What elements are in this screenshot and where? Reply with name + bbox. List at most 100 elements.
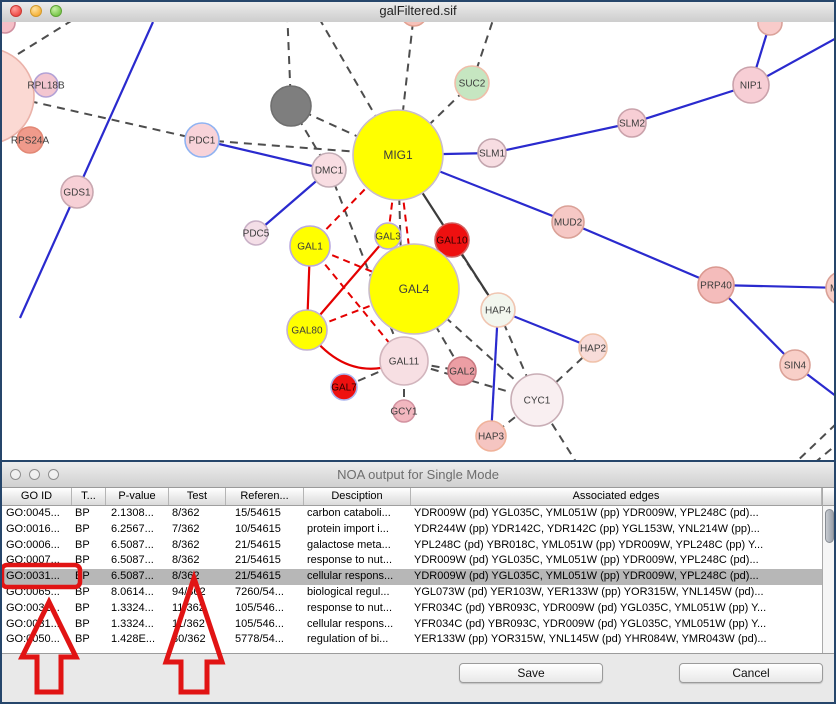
- cell-go_id[interactable]: GO:0045...: [2, 506, 72, 522]
- node-corner-top-right[interactable]: [758, 22, 782, 35]
- cell-reference[interactable]: 105/546...: [226, 601, 304, 617]
- cell-test[interactable]: 8/362: [169, 569, 226, 585]
- table-row[interactable]: GO:0031...BP1.3324...11/362105/546...res…: [2, 601, 822, 617]
- node-label-PDC1: PDC1: [189, 136, 216, 147]
- cell-go_id[interactable]: GO:0007...: [2, 553, 72, 569]
- column-header-go_id[interactable]: GO ID: [2, 488, 72, 505]
- cell-test[interactable]: 7/362: [169, 522, 226, 538]
- cell-type[interactable]: BP: [72, 553, 106, 569]
- cell-go_id[interactable]: GO:0050...: [2, 632, 72, 648]
- cell-go_id[interactable]: GO:0031...: [2, 601, 72, 617]
- table-row[interactable]: GO:0045...BP2.1308...8/36215/54615carbon…: [2, 506, 822, 522]
- cell-reference[interactable]: 15/54615: [226, 506, 304, 522]
- column-header-reference[interactable]: Referen...: [226, 488, 304, 505]
- cell-go_id[interactable]: GO:0006...: [2, 538, 72, 554]
- network-canvas[interactable]: RPL18BRPS24AGDS1PDC1DMC1MIG1SUC2SLM1SLM2…: [0, 22, 836, 460]
- table-row[interactable]: GO:0050...BP1.428E...80/3625778/54...reg…: [2, 632, 822, 648]
- table-row-selected[interactable]: GO:0031...BP6.5087...8/36221/54615cellul…: [2, 569, 822, 585]
- cell-go_id[interactable]: GO:0031...: [2, 617, 72, 633]
- cell-edges[interactable]: YDR009W (pd) YGL035C, YML051W (pp) YDR00…: [411, 506, 822, 522]
- cell-reference[interactable]: 10/54615: [226, 522, 304, 538]
- cell-test[interactable]: 8/362: [169, 506, 226, 522]
- cell-type[interactable]: BP: [72, 538, 106, 554]
- cell-description[interactable]: biological regul...: [304, 585, 411, 601]
- cell-edges[interactable]: YDR009W (pd) YGL035C, YML051W (pp) YDR00…: [411, 553, 822, 569]
- table-header: GO IDT...P-valueTestReferen...Desciption…: [0, 488, 822, 506]
- noa-titlebar[interactable]: NOA output for Single Mode: [0, 462, 836, 488]
- cell-test[interactable]: 8/362: [169, 553, 226, 569]
- table-row[interactable]: GO:0007...BP6.5087...8/36221/54615respon…: [2, 553, 822, 569]
- cell-edges[interactable]: YPL248C (pd) YBR018C, YML051W (pp) YDR00…: [411, 538, 822, 554]
- cell-p_value[interactable]: 1.428E...: [106, 632, 169, 648]
- cell-description[interactable]: galactose meta...: [304, 538, 411, 554]
- cell-description[interactable]: regulation of bi...: [304, 632, 411, 648]
- cell-edges[interactable]: YGL073W (pd) YER103W, YER133W (pp) YOR31…: [411, 585, 822, 601]
- cell-edges[interactable]: YDR009W (pd) YGL035C, YML051W (pp) YDR00…: [411, 569, 822, 585]
- cell-go_id[interactable]: GO:0016...: [2, 522, 72, 538]
- node-label-MIG1: MIG1: [383, 148, 413, 162]
- cell-go_id[interactable]: GO:0065...: [2, 585, 72, 601]
- noa-window-title: NOA output for Single Mode: [0, 467, 836, 482]
- cell-test[interactable]: 8/362: [169, 538, 226, 554]
- cell-reference[interactable]: 5778/54...: [226, 632, 304, 648]
- cell-reference[interactable]: 7260/54...: [226, 585, 304, 601]
- cell-reference[interactable]: 21/54615: [226, 553, 304, 569]
- cell-edges[interactable]: YDR244W (pp) YDR142C, YDR142C (pp) YGL15…: [411, 522, 822, 538]
- cell-p_value[interactable]: 6.2567...: [106, 522, 169, 538]
- column-header-test[interactable]: Test: [169, 488, 226, 505]
- cell-reference[interactable]: 21/54615: [226, 569, 304, 585]
- edge-dash: [793, 424, 836, 460]
- save-button[interactable]: Save: [459, 663, 603, 683]
- cell-test[interactable]: 11/362: [169, 601, 226, 617]
- table-row[interactable]: GO:0031...BP1.3324...11/362105/546...cel…: [2, 617, 822, 633]
- cell-type[interactable]: BP: [72, 617, 106, 633]
- network-window-titlebar[interactable]: galFiltered.sif: [0, 0, 836, 23]
- cell-p_value[interactable]: 2.1308...: [106, 506, 169, 522]
- edge-blue: [492, 123, 632, 153]
- cell-p_value[interactable]: 8.0614...: [106, 585, 169, 601]
- cell-edges[interactable]: YFR034C (pd) YBR093C, YDR009W (pd) YGL03…: [411, 601, 822, 617]
- cell-p_value[interactable]: 6.5087...: [106, 538, 169, 554]
- node-unnamed-gray[interactable]: [271, 86, 311, 126]
- column-header-type[interactable]: T...: [72, 488, 106, 505]
- cell-type[interactable]: BP: [72, 522, 106, 538]
- table-row[interactable]: GO:0065...BP8.0614...94/3627260/54...bio…: [2, 585, 822, 601]
- cell-p_value[interactable]: 6.5087...: [106, 553, 169, 569]
- network-graph[interactable]: RPL18BRPS24AGDS1PDC1DMC1MIG1SUC2SLM1SLM2…: [0, 22, 836, 460]
- cell-type[interactable]: BP: [72, 585, 106, 601]
- vertical-scrollbar[interactable]: [822, 488, 836, 653]
- cell-description[interactable]: cellular respons...: [304, 617, 411, 633]
- cancel-button[interactable]: Cancel: [679, 663, 823, 683]
- cell-type[interactable]: BP: [72, 506, 106, 522]
- cell-type[interactable]: BP: [72, 632, 106, 648]
- column-header-description[interactable]: Desciption: [304, 488, 411, 505]
- cell-p_value[interactable]: 1.3324...: [106, 601, 169, 617]
- node-corner-top-left[interactable]: [0, 22, 15, 33]
- cell-p_value[interactable]: 6.5087...: [106, 569, 169, 585]
- table-row[interactable]: GO:0016...BP6.2567...7/36210/54615protei…: [2, 522, 822, 538]
- column-header-edges[interactable]: Associated edges: [411, 488, 822, 505]
- node-label-GDS1: GDS1: [63, 188, 91, 199]
- cell-description[interactable]: response to nut...: [304, 601, 411, 617]
- cell-type[interactable]: BP: [72, 569, 106, 585]
- cell-edges[interactable]: YER133W (pp) YOR315W, YNL145W (pd) YHR08…: [411, 632, 822, 648]
- cell-test[interactable]: 11/362: [169, 617, 226, 633]
- cell-edges[interactable]: YFR034C (pd) YBR093C, YDR009W (pd) YGL03…: [411, 617, 822, 633]
- cell-go_id[interactable]: GO:0031...: [2, 569, 72, 585]
- cell-description[interactable]: response to nut...: [304, 553, 411, 569]
- cell-description[interactable]: cellular respons...: [304, 569, 411, 585]
- table-row[interactable]: GO:0006...BP6.5087...8/36221/54615galact…: [2, 538, 822, 554]
- node-top-mid[interactable]: [401, 22, 427, 26]
- node-label-MUD2: MUD2: [554, 218, 583, 229]
- cell-test[interactable]: 80/362: [169, 632, 226, 648]
- cell-test[interactable]: 94/362: [169, 585, 226, 601]
- cell-description[interactable]: protein import i...: [304, 522, 411, 538]
- cell-p_value[interactable]: 1.3324...: [106, 617, 169, 633]
- column-header-p_value[interactable]: P-value: [106, 488, 169, 505]
- cell-type[interactable]: BP: [72, 601, 106, 617]
- cell-reference[interactable]: 21/54615: [226, 538, 304, 554]
- scrollbar-thumb[interactable]: [825, 509, 834, 543]
- window-title: galFiltered.sif: [0, 3, 836, 18]
- cell-reference[interactable]: 105/546...: [226, 617, 304, 633]
- cell-description[interactable]: carbon cataboli...: [304, 506, 411, 522]
